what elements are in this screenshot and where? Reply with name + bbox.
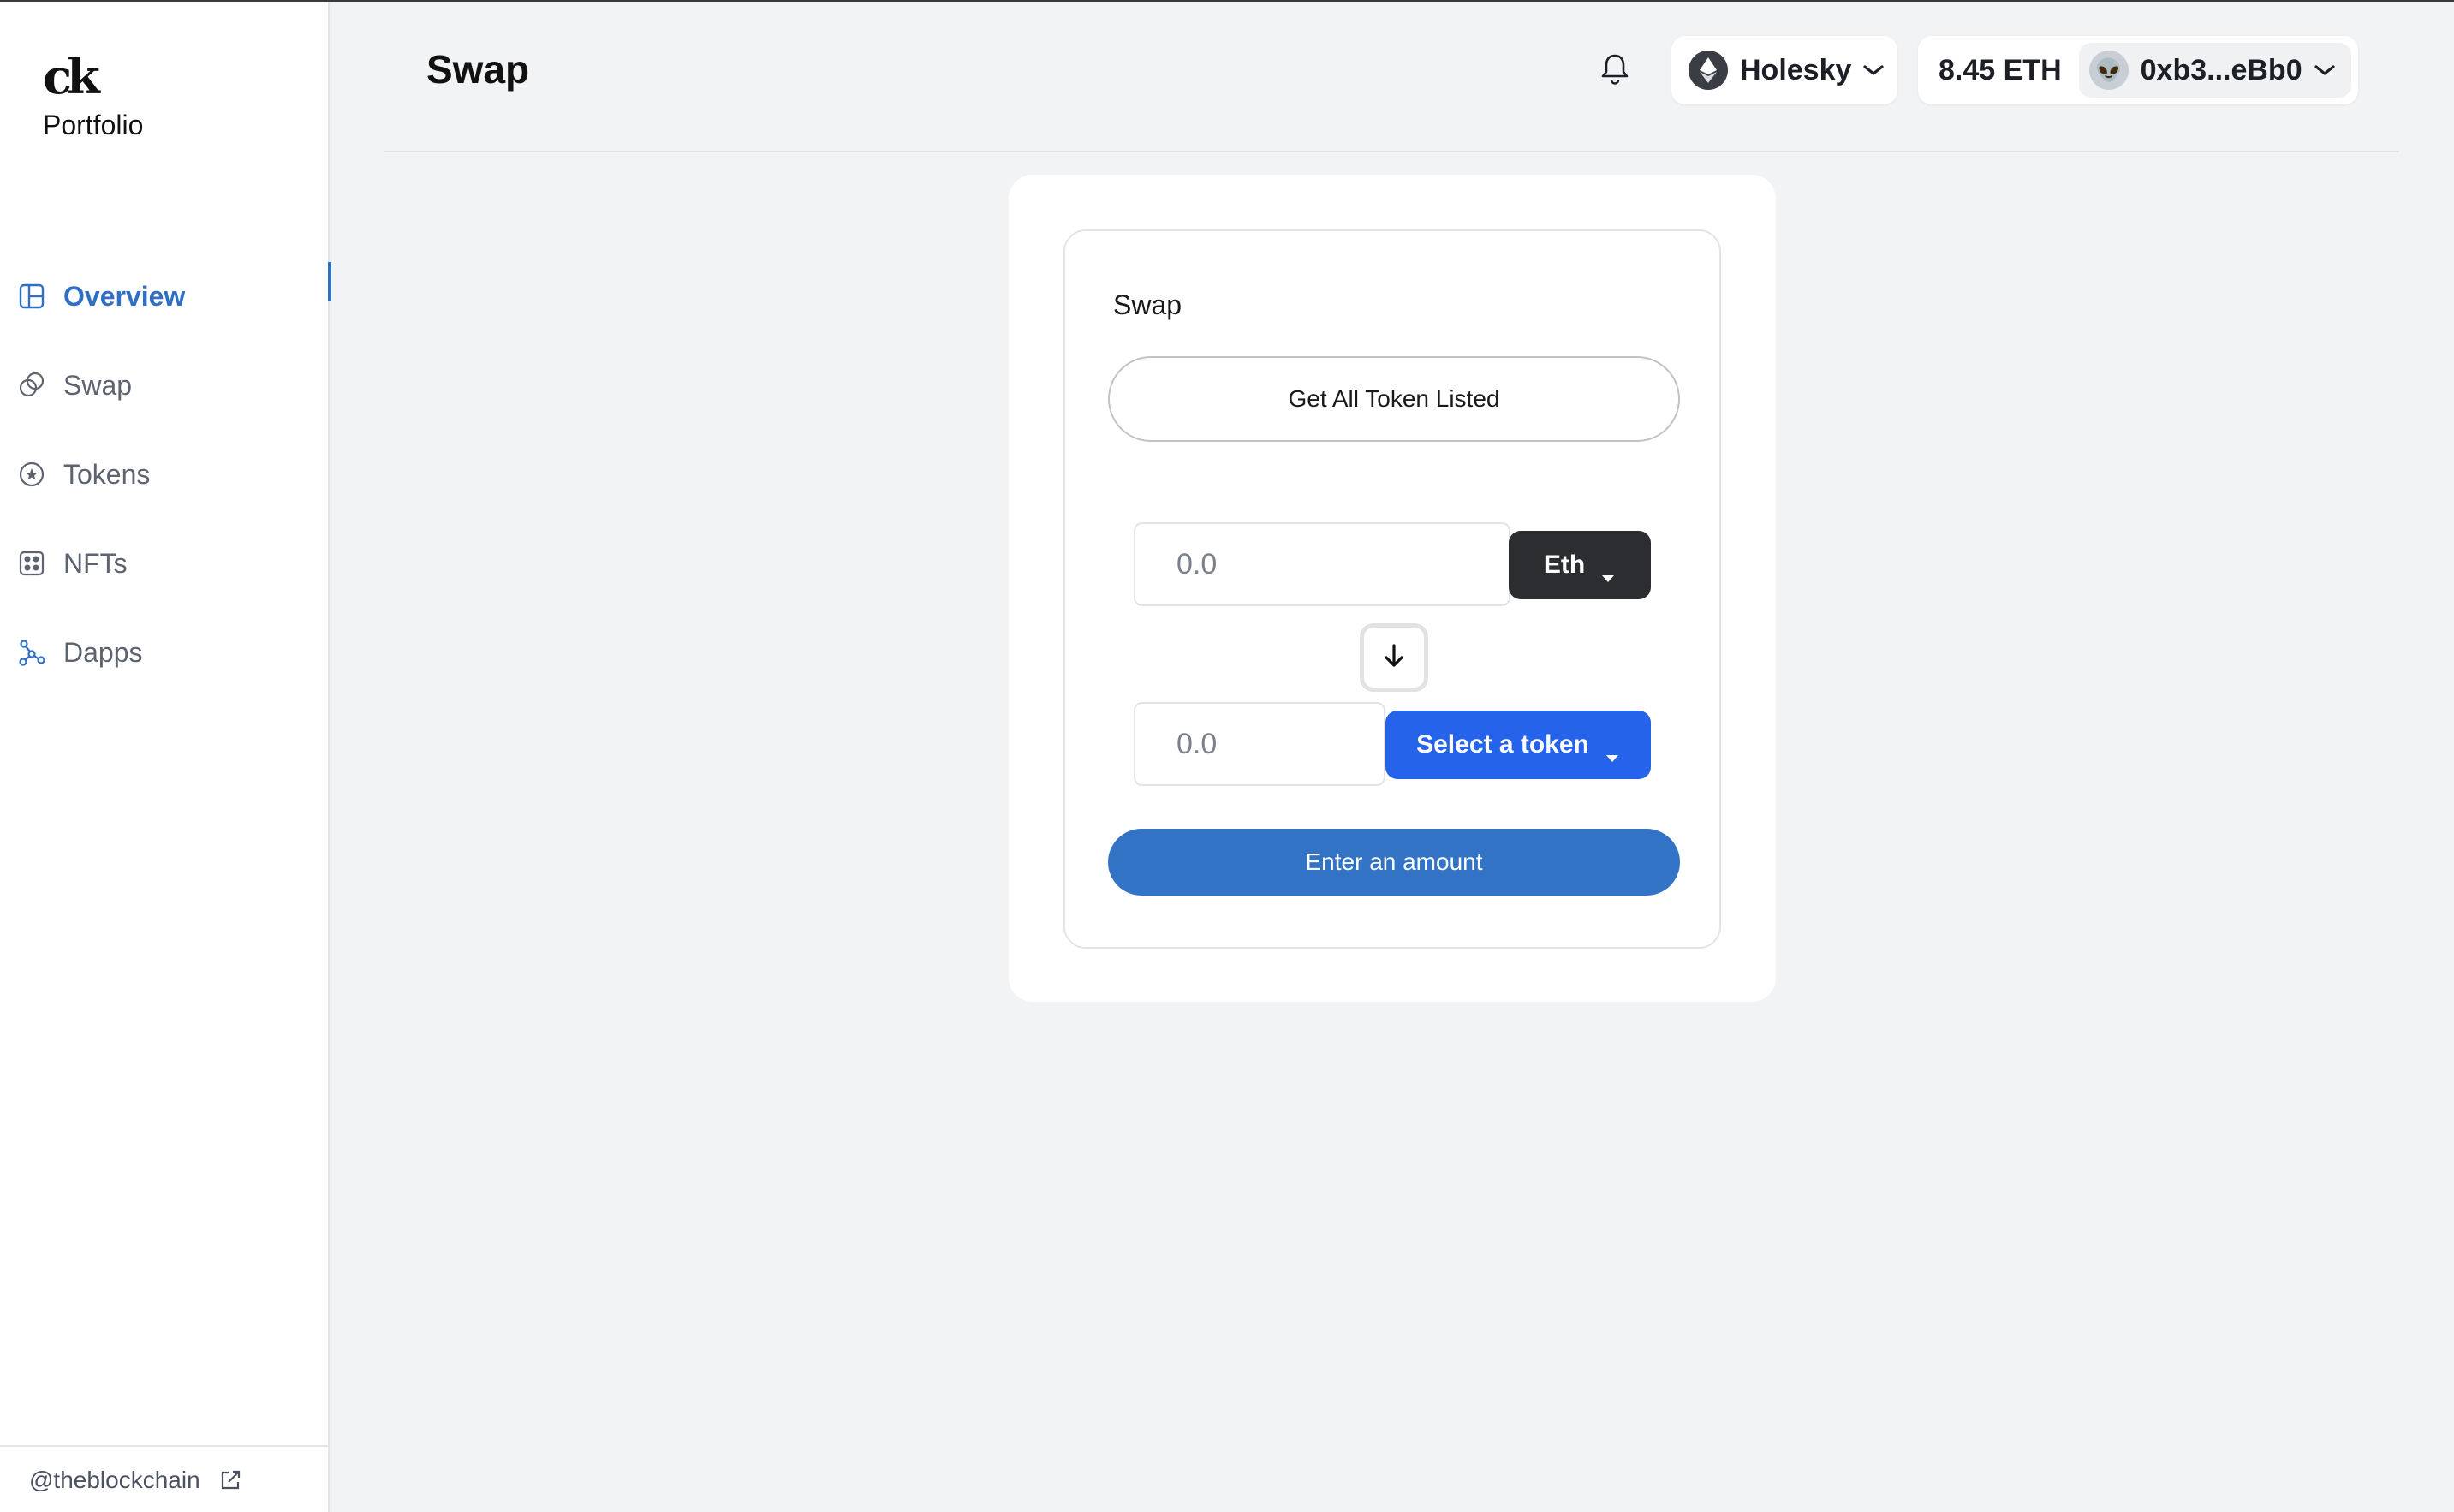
- layout-icon: [17, 282, 46, 311]
- sidebar-item-nfts[interactable]: NFTs: [0, 519, 330, 608]
- sidebar-item-label: Dapps: [63, 636, 143, 668]
- account-pill: 8.45 ETH 👽 0xb3...eBb0: [1918, 36, 2358, 104]
- page-title: Swap: [426, 47, 530, 92]
- brand-name: Portfolio: [43, 110, 144, 140]
- arrow-down-icon: [1379, 641, 1409, 675]
- to-token-label: Select a token: [1416, 730, 1589, 759]
- swap-card: Swap Get All Token Listed Eth Select a t…: [1009, 175, 1776, 1002]
- sidebar-nav: Overview Swap Tokens NFTs Dapps: [0, 252, 331, 697]
- sidebar-footer: @theblockchain: [0, 1445, 330, 1512]
- get-token-list-button[interactable]: Get All Token Listed: [1108, 356, 1680, 442]
- sidebar-item-label: Tokens: [63, 458, 151, 490]
- account-selector[interactable]: 👽 0xb3...eBb0: [2078, 43, 2351, 98]
- from-token-label: Eth: [1543, 551, 1586, 579]
- external-link-icon[interactable]: [217, 1467, 243, 1493]
- wallet-address: 0xb3...eBb0: [2140, 53, 2302, 86]
- sidebar: ck Portfolio Overview Swap Tokens NFTs D…: [0, 2, 331, 1512]
- sidebar-item-swap[interactable]: Swap: [0, 341, 330, 430]
- grid-dots-icon: [17, 549, 46, 578]
- footer-link[interactable]: @theblockchain: [29, 1467, 200, 1494]
- swap-panel: Swap Get All Token Listed Eth Select a t…: [1063, 229, 1721, 949]
- sidebar-item-label: Swap: [63, 369, 133, 401]
- chevron-down-icon: [1861, 63, 1885, 78]
- to-amount-input[interactable]: [1134, 702, 1385, 786]
- caret-down-icon: [1605, 741, 1620, 762]
- swap-coins-icon: [17, 371, 46, 400]
- from-amount-input[interactable]: [1134, 522, 1510, 606]
- sidebar-item-tokens[interactable]: Tokens: [0, 430, 330, 519]
- network-name: Holesky: [1740, 53, 1852, 86]
- sidebar-item-dapps[interactable]: Dapps: [0, 608, 330, 697]
- network-icon: [17, 638, 46, 667]
- enter-amount-button[interactable]: Enter an amount: [1108, 829, 1680, 896]
- star-circle-icon: [17, 460, 46, 489]
- alien-avatar-icon: 👽: [2094, 57, 2123, 83]
- caret-down-icon: [1600, 561, 1616, 582]
- balance-text: 8.45 ETH: [1939, 53, 2062, 86]
- brand-logo: ck: [43, 49, 100, 105]
- to-token-selector[interactable]: Select a token: [1385, 711, 1651, 779]
- swap-title: Swap: [1113, 289, 1182, 320]
- brand[interactable]: ck Portfolio: [43, 51, 143, 141]
- chevron-down-icon: [2313, 63, 2337, 78]
- network-selector[interactable]: Holesky: [1671, 36, 1897, 104]
- ethereum-icon: [1689, 51, 1728, 90]
- flip-direction-button[interactable]: [1360, 623, 1428, 692]
- sidebar-item-label: NFTs: [63, 547, 128, 579]
- header-divider: [384, 151, 2399, 152]
- from-token-selector[interactable]: Eth: [1509, 531, 1651, 599]
- sidebar-item-label: Overview: [63, 280, 186, 312]
- bell-icon[interactable]: [1596, 50, 1634, 87]
- sidebar-item-overview[interactable]: Overview: [0, 252, 331, 341]
- avatar: 👽: [2088, 51, 2129, 90]
